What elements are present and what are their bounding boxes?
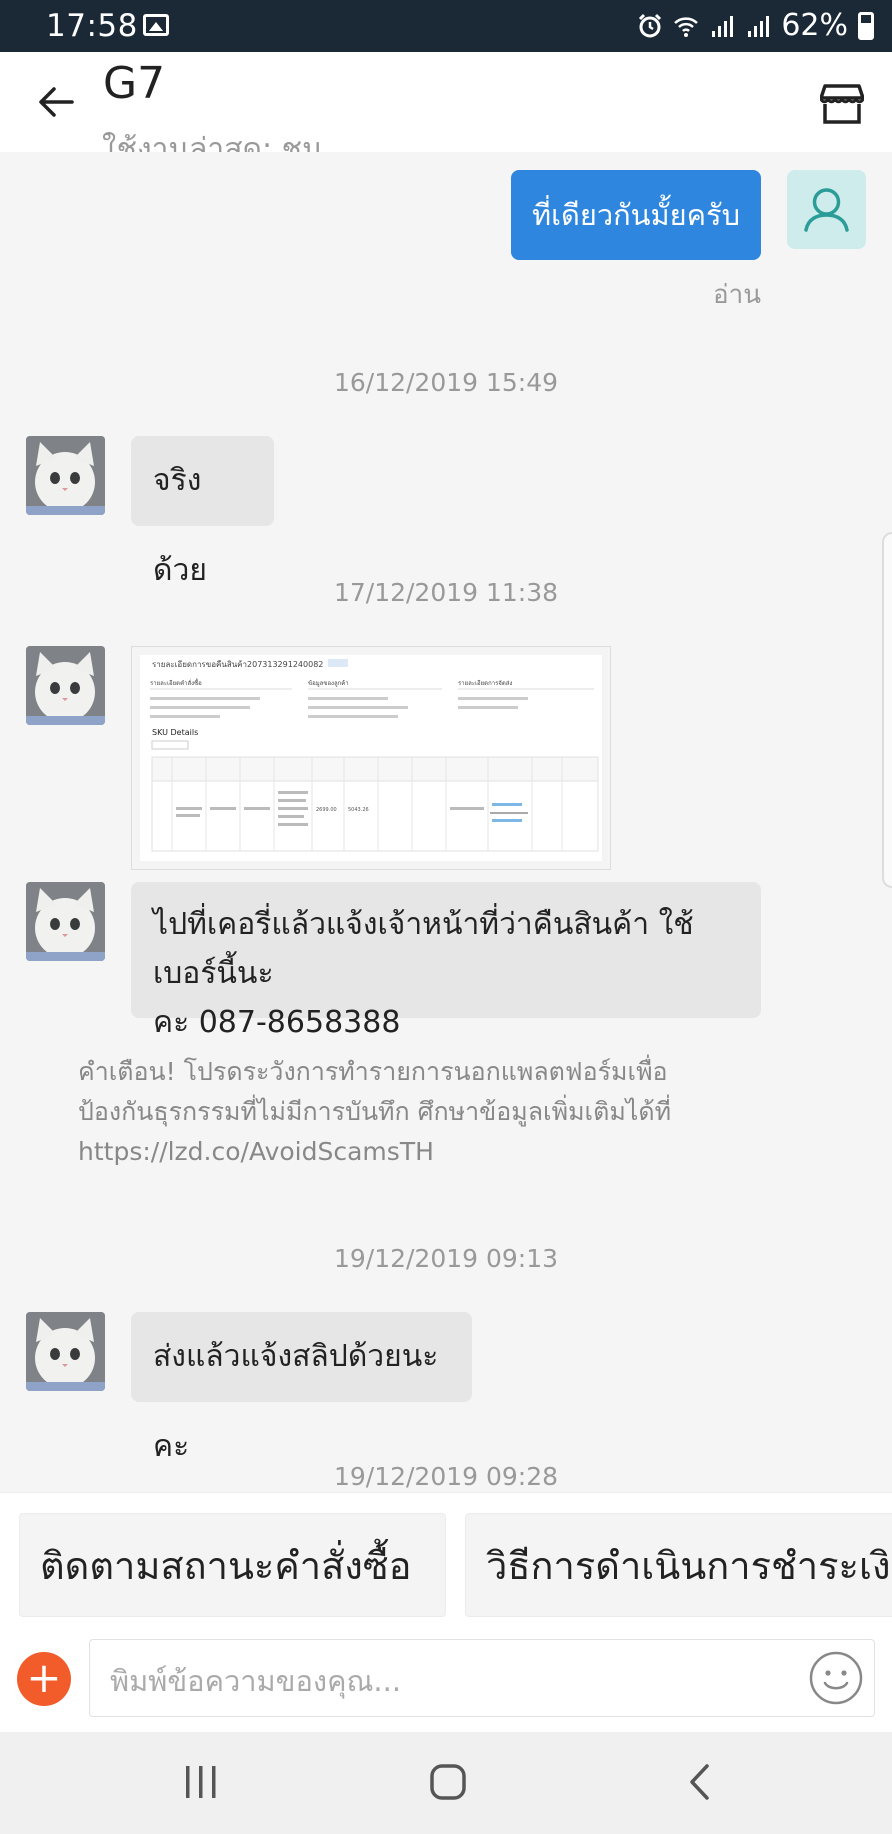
add-attachment-button[interactable]: +: [17, 1652, 71, 1706]
signal-icon-2: [748, 15, 770, 37]
cat-avatar-image: [26, 646, 105, 725]
timestamp: 19/12/2019 09:13: [333, 1244, 559, 1273]
cat-avatar-image: [26, 436, 105, 515]
my-avatar: [787, 170, 866, 249]
svg-text:2699.00: 2699.00: [316, 807, 337, 813]
message-line: คะ 087-8658388: [153, 1005, 401, 1040]
gallery-notification-icon: [143, 14, 169, 36]
user-icon: [804, 188, 849, 232]
return-details-screenshot: รายละเอียดการขอคืนสินค้า207313291240082 …: [140, 655, 602, 861]
scroll-indicator[interactable]: [882, 532, 892, 888]
outgoing-message[interactable]: ที่เดียวกันมั้ยครับ: [511, 170, 761, 260]
incoming-message[interactable]: ไปที่เคอรี่แล้วแจ้งเจ้าหน้าที่ว่าคืนสินค…: [131, 882, 761, 1040]
sender-avatar: [26, 882, 105, 961]
svg-text:ข้อมูลของลูกค้า: ข้อมูลของลูกค้า: [308, 680, 349, 687]
sender-avatar: [26, 1312, 105, 1391]
alarm-icon: [639, 13, 662, 37]
warning-text: คำเตือน! โปรดระวังการทำรายการนอกแพลตฟอร์…: [78, 1057, 668, 1086]
chat-header: G7 ใช้งานล่าสุด: ชม: [0, 52, 892, 152]
cat-avatar-image: [26, 882, 105, 961]
message-input[interactable]: พิมพ์ข้อความของคุณ...: [89, 1639, 875, 1717]
status-bar: 17:58 62%: [0, 0, 892, 52]
recent-apps-icon[interactable]: [183, 1762, 219, 1802]
chat-area[interactable]: ที่เดียวกันมั้ยครับ อ่าน 16/12/2019 15:4…: [0, 152, 892, 1492]
quick-replies: ติดตามสถานะคำสั่งซื้อ วิธีการดำเนินการชำ…: [0, 1492, 892, 1623]
svg-text:5043.26: 5043.26: [348, 807, 369, 813]
cat-avatar-image: [26, 1312, 105, 1391]
back-nav-icon[interactable]: [685, 1762, 715, 1802]
signal-icon: [712, 15, 734, 37]
scam-warning: คำเตือน! โปรดระวังการทำรายการนอกแพลตฟอร์…: [78, 1052, 678, 1172]
store-icon[interactable]: [820, 82, 864, 124]
wifi-icon: [674, 16, 699, 37]
battery-icon: [858, 11, 874, 40]
incoming-message[interactable]: จริงด้วย: [131, 436, 274, 588]
home-icon[interactable]: [428, 1762, 468, 1802]
timestamp: 17/12/2019 11:38: [333, 578, 559, 607]
svg-text:รายละเอียดการจัดส่ง: รายละเอียดการจัดส่ง: [458, 679, 512, 687]
battery-percent: 62%: [781, 8, 848, 43]
screenshot-title: รายละเอียดการขอคืนสินค้า207313291240082: [152, 660, 323, 669]
message-line: ไปที่เคอรี่แล้วแจ้งเจ้าหน้าที่ว่าคืนสินค…: [153, 907, 694, 991]
read-receipt: อ่าน: [713, 280, 761, 310]
sender-avatar: [26, 436, 105, 515]
sender-avatar: [26, 646, 105, 725]
back-arrow-icon[interactable]: [34, 80, 78, 124]
chat-subtitle: ใช้งานล่าสุด: ชม: [102, 132, 322, 152]
warning-text: ป้องกันธุรกรรมที่ไม่มีการบันทึก ศึกษาข้อ…: [78, 1097, 672, 1126]
status-time: 17:58: [46, 8, 138, 44]
chat-title: G7: [103, 58, 166, 109]
status-icons: 62%: [637, 8, 874, 43]
system-nav-bar: [0, 1732, 892, 1834]
input-placeholder: พิมพ์ข้อความของคุณ...: [110, 1664, 402, 1698]
incoming-message[interactable]: ส่งแล้วแจ้งสลิปด้วยนะคะ: [131, 1312, 472, 1464]
emoji-icon[interactable]: [808, 1650, 864, 1706]
image-message[interactable]: รายละเอียดการขอคืนสินค้า207313291240082 …: [131, 646, 611, 870]
quick-reply-payment[interactable]: วิธีการดำเนินการชำระเงิน: [465, 1513, 892, 1617]
warning-link[interactable]: https://lzd.co/AvoidScamsTH: [78, 1132, 678, 1172]
timestamp: 16/12/2019 15:49: [333, 368, 559, 397]
timestamp: 19/12/2019 09:28: [333, 1462, 559, 1491]
quick-reply-track-order[interactable]: ติดตามสถานะคำสั่งซื้อ: [19, 1513, 446, 1617]
composer: + พิมพ์ข้อความของคุณ...: [0, 1622, 892, 1732]
svg-text:SKU Details: SKU Details: [152, 728, 198, 737]
